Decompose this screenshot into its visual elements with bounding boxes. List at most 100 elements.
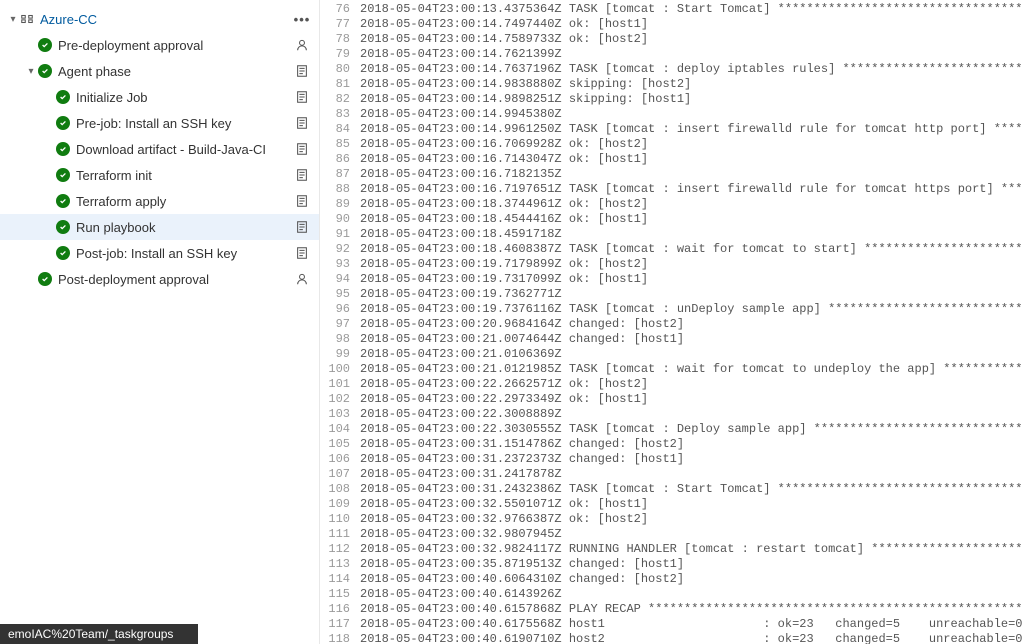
success-check-icon: [38, 64, 52, 78]
line-number: 82: [320, 92, 360, 107]
log-text: 2018-05-04T23:00:32.5501071Z ok: [host1]: [360, 497, 1024, 512]
line-number: 86: [320, 152, 360, 167]
url-footer: emoIAC%20Team/_taskgroups: [0, 624, 198, 644]
log-line: 942018-05-04T23:00:19.7317099Z ok: [host…: [320, 272, 1024, 287]
log-text: 2018-05-04T23:00:40.6175568Z host1 : ok=…: [360, 617, 1024, 632]
log-text: 2018-05-04T23:00:31.1514786Z changed: [h…: [360, 437, 1024, 452]
log-text: 2018-05-04T23:00:18.4608387Z TASK [tomca…: [360, 242, 1024, 257]
log-text: 2018-05-04T23:00:13.4375364Z TASK [tomca…: [360, 2, 1024, 17]
log-line: 1132018-05-04T23:00:35.8719513Z changed:…: [320, 557, 1024, 572]
tree-item[interactable]: Download artifact - Build-Java-CI: [0, 136, 319, 162]
line-number: 93: [320, 257, 360, 272]
log-line: 852018-05-04T23:00:16.7069928Z ok: [host…: [320, 137, 1024, 152]
log-line: 862018-05-04T23:00:16.7143047Z ok: [host…: [320, 152, 1024, 167]
tree-item[interactable]: Post-job: Install an SSH key: [0, 240, 319, 266]
log-line: 1172018-05-04T23:00:40.6175568Z host1 : …: [320, 617, 1024, 632]
line-number: 116: [320, 602, 360, 617]
log-line: 842018-05-04T23:00:14.9961250Z TASK [tom…: [320, 122, 1024, 137]
tree-item-label: Run playbook: [76, 220, 293, 235]
line-number: 109: [320, 497, 360, 512]
line-number: 97: [320, 317, 360, 332]
chevron-down-icon[interactable]: ▾: [24, 66, 38, 77]
log-text: 2018-05-04T23:00:19.7362771Z: [360, 287, 1024, 302]
log-line: 1112018-05-04T23:00:32.9807945Z: [320, 527, 1024, 542]
tree-item[interactable]: Initialize Job: [0, 84, 319, 110]
success-check-icon: [56, 246, 70, 260]
line-number: 90: [320, 212, 360, 227]
task-tree: ▾Azure-CC•••Pre-deployment approval ▾ Agen…: [0, 6, 319, 624]
line-number: 104: [320, 422, 360, 437]
line-number: 101: [320, 377, 360, 392]
log-text: 2018-05-04T23:00:40.6064310Z changed: [h…: [360, 572, 1024, 587]
log-sheet-icon[interactable]: [293, 90, 311, 104]
tree-item-label: Post-deployment approval: [58, 272, 293, 287]
log-text: 2018-05-04T23:00:22.3030555Z TASK [tomca…: [360, 422, 1024, 437]
tree-item-label: Pre-job: Install an SSH key: [76, 116, 293, 131]
line-number: 106: [320, 452, 360, 467]
log-pane[interactable]: 762018-05-04T23:00:13.4375364Z TASK [tom…: [320, 0, 1024, 644]
line-number: 92: [320, 242, 360, 257]
log-sheet-icon[interactable]: [293, 116, 311, 130]
line-number: 96: [320, 302, 360, 317]
line-number: 81: [320, 77, 360, 92]
chevron-down-icon[interactable]: ▾: [6, 14, 20, 25]
log-line: 1022018-05-04T23:00:22.2973349Z ok: [hos…: [320, 392, 1024, 407]
log-sheet-icon[interactable]: [293, 168, 311, 182]
log-text: 2018-05-04T23:00:16.7143047Z ok: [host1]: [360, 152, 1024, 167]
line-number: 95: [320, 287, 360, 302]
tree-item-label: Post-job: Install an SSH key: [76, 246, 293, 261]
log-text: 2018-05-04T23:00:16.7182135Z: [360, 167, 1024, 182]
log-sheet-icon[interactable]: [293, 194, 311, 208]
log-text: 2018-05-04T23:00:14.9945380Z: [360, 107, 1024, 122]
log-text: 2018-05-04T23:00:31.2372373Z changed: [h…: [360, 452, 1024, 467]
tree-item[interactable]: Pre-deployment approval: [0, 32, 319, 58]
tree-item[interactable]: Terraform apply: [0, 188, 319, 214]
tree-item[interactable]: Pre-job: Install an SSH key: [0, 110, 319, 136]
tree-item[interactable]: Run playbook: [0, 214, 319, 240]
log-text: 2018-05-04T23:00:22.2973349Z ok: [host1]: [360, 392, 1024, 407]
log-line: 1162018-05-04T23:00:40.6157868Z PLAY REC…: [320, 602, 1024, 617]
log-line: 1042018-05-04T23:00:22.3030555Z TASK [to…: [320, 422, 1024, 437]
line-number: 103: [320, 407, 360, 422]
log-sheet-icon[interactable]: [293, 246, 311, 260]
log-line: 952018-05-04T23:00:19.7362771Z: [320, 287, 1024, 302]
log-text: 2018-05-04T23:00:40.6143926Z: [360, 587, 1024, 602]
tree-item[interactable]: ▾ Agent phase: [0, 58, 319, 84]
log-text: 2018-05-04T23:00:40.6190710Z host2 : ok=…: [360, 632, 1024, 644]
more-icon[interactable]: •••: [293, 12, 311, 27]
log-sheet-icon[interactable]: [293, 64, 311, 78]
line-number: 114: [320, 572, 360, 587]
tree-item[interactable]: ▾Azure-CC•••: [0, 6, 319, 32]
log-line: 822018-05-04T23:00:14.9898251Z skipping:…: [320, 92, 1024, 107]
line-number: 84: [320, 122, 360, 137]
log-line: 1032018-05-04T23:00:22.3008889Z: [320, 407, 1024, 422]
log-line: 1142018-05-04T23:00:40.6064310Z changed:…: [320, 572, 1024, 587]
tree-item[interactable]: Post-deployment approval: [0, 266, 319, 292]
log-text: 2018-05-04T23:00:14.7621399Z: [360, 47, 1024, 62]
log-line: 832018-05-04T23:00:14.9945380Z: [320, 107, 1024, 122]
log-line: 802018-05-04T23:00:14.7637196Z TASK [tom…: [320, 62, 1024, 77]
success-check-icon: [56, 220, 70, 234]
log-line: 892018-05-04T23:00:18.3744961Z ok: [host…: [320, 197, 1024, 212]
tree-item-label: Agent phase: [58, 64, 293, 79]
log-text: 2018-05-04T23:00:14.7497440Z ok: [host1]: [360, 17, 1024, 32]
line-number: 107: [320, 467, 360, 482]
log-line: 902018-05-04T23:00:18.4544416Z ok: [host…: [320, 212, 1024, 227]
line-number: 118: [320, 632, 360, 644]
log-text: 2018-05-04T23:00:18.3744961Z ok: [host2]: [360, 197, 1024, 212]
tree-item[interactable]: Terraform init: [0, 162, 319, 188]
log-line: 792018-05-04T23:00:14.7621399Z: [320, 47, 1024, 62]
log-line: 772018-05-04T23:00:14.7497440Z ok: [host…: [320, 17, 1024, 32]
log-sheet-icon[interactable]: [293, 142, 311, 156]
tree-item-label: Terraform apply: [76, 194, 293, 209]
log-text: 2018-05-04T23:00:14.9898251Z skipping: […: [360, 92, 1024, 107]
log-sheet-icon[interactable]: [293, 220, 311, 234]
line-number: 105: [320, 437, 360, 452]
log-text: 2018-05-04T23:00:21.0121985Z TASK [tomca…: [360, 362, 1024, 377]
log-line: 1062018-05-04T23:00:31.2372373Z changed:…: [320, 452, 1024, 467]
line-number: 89: [320, 197, 360, 212]
log-line: 1102018-05-04T23:00:32.9766387Z ok: [hos…: [320, 512, 1024, 527]
log-line: 1082018-05-04T23:00:31.2432386Z TASK [to…: [320, 482, 1024, 497]
log-line: 932018-05-04T23:00:19.7179899Z ok: [host…: [320, 257, 1024, 272]
line-number: 112: [320, 542, 360, 557]
